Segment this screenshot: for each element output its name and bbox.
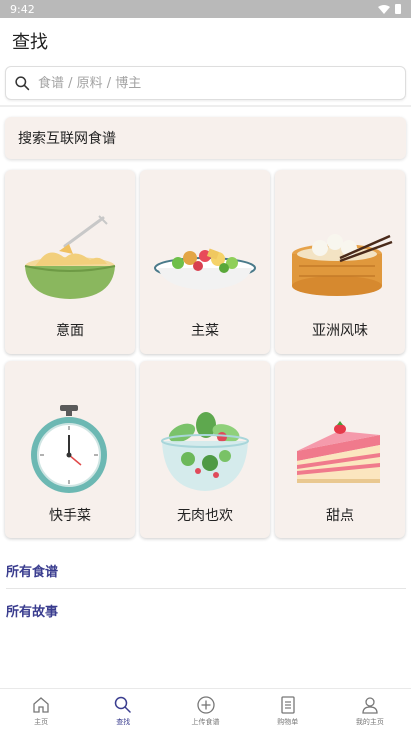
divider [6, 588, 406, 589]
nav-item-search[interactable]: 查找 [82, 689, 164, 732]
nav-item-home[interactable]: 主页 [0, 689, 82, 732]
profile-icon [362, 697, 378, 714]
all-stories-link[interactable]: 所有故事 [6, 601, 58, 620]
nav-label: 我的主页 [355, 718, 384, 726]
category-grid: 意面 主菜 亚洲风味 快手菜 无肉也欢 甜点 [5, 170, 406, 538]
nav-label: 上传食谱 [191, 718, 220, 726]
all-recipes-link[interactable]: 所有食谱 [6, 561, 58, 580]
category-card-quick[interactable]: 快手菜 [5, 361, 135, 538]
status-time: 9:42 [10, 2, 35, 16]
category-label: 亚洲风味 [312, 323, 368, 339]
search-input[interactable] [38, 75, 378, 91]
nav-item-upload[interactable]: 上传食谱 [164, 689, 246, 732]
pasta-bowl-icon [24, 215, 116, 299]
category-label: 无肉也欢 [177, 508, 233, 524]
nav-label: 查找 [116, 718, 131, 726]
category-label: 快手菜 [49, 508, 91, 524]
stopwatch-icon [31, 405, 107, 493]
search-icon [15, 75, 30, 90]
category-label: 甜点 [326, 508, 354, 524]
dumpling-steamer-icon [292, 234, 393, 296]
search-bar[interactable] [5, 66, 406, 100]
nav-label: 主页 [34, 718, 49, 726]
web-search-button[interactable]: 搜索互联网食谱 [5, 117, 406, 159]
category-label: 主菜 [191, 323, 219, 339]
category-card-pasta[interactable]: 意面 [5, 170, 135, 354]
nav-item-profile[interactable]: 我的主页 [329, 689, 411, 732]
category-card-dessert[interactable]: 甜点 [275, 361, 405, 538]
nav-label: 购物单 [277, 718, 299, 726]
category-card-main-dish[interactable]: 主菜 [140, 170, 270, 354]
status-bar: 9:42 [0, 0, 411, 18]
home-icon [33, 697, 49, 713]
category-card-vegetarian[interactable]: 无肉也欢 [140, 361, 270, 538]
cake-slice-icon [297, 421, 380, 483]
search-icon [115, 696, 132, 713]
battery-icon [395, 4, 401, 14]
status-icons [378, 4, 401, 14]
shopping-list-icon [281, 696, 295, 714]
category-card-asian[interactable]: 亚洲风味 [275, 170, 405, 354]
divider [0, 105, 411, 107]
page-title: 查找 [12, 32, 48, 53]
wifi-icon [378, 4, 390, 14]
salad-plate-icon [154, 248, 256, 290]
add-circle-icon [196, 696, 215, 714]
vegetable-bowl-icon [161, 412, 249, 491]
category-label: 意面 [56, 323, 84, 339]
nav-item-shopping-list[interactable]: 购物单 [247, 689, 329, 732]
bottom-nav: 主页 查找 上传食谱 购物单 我的主页 [0, 688, 411, 732]
